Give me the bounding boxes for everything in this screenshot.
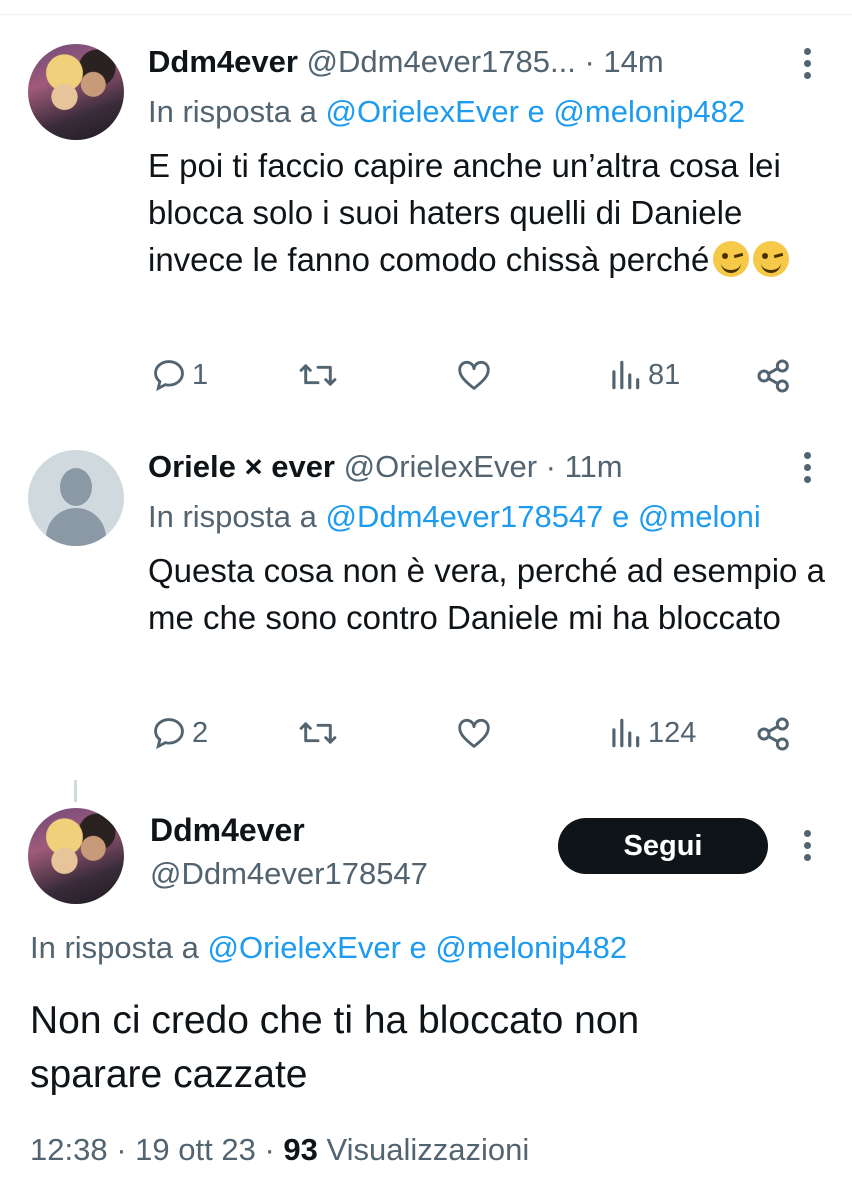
mention-link[interactable]: @melonip482 — [435, 930, 627, 965]
retweet-button[interactable] — [298, 356, 338, 394]
action-bar: 1 81 — [148, 356, 808, 396]
views-count: 81 — [648, 358, 681, 391]
reply-button[interactable]: 2 — [150, 714, 208, 752]
reply-and: e — [409, 930, 427, 965]
reply-button[interactable]: 1 — [150, 356, 208, 394]
tweet-text: Questa cosa non è vera, perché ad esempi… — [148, 552, 825, 636]
retweet-icon — [299, 722, 337, 744]
views-button[interactable]: 124 — [608, 714, 696, 752]
mention-link[interactable]: @melonip482 — [553, 94, 745, 129]
mention-link[interactable]: @Ddm4ever178547 — [326, 499, 604, 534]
tweet-header: Ddm4ever @Ddm4ever1785... · 14m — [148, 44, 664, 80]
like-button[interactable] — [454, 714, 494, 752]
like-icon — [458, 360, 490, 390]
display-name[interactable]: Ddm4ever — [150, 812, 305, 849]
default-avatar-body — [46, 508, 106, 546]
more-icon[interactable] — [804, 830, 812, 866]
display-name[interactable]: Ddm4ever — [148, 44, 298, 79]
more-icon[interactable] — [804, 48, 812, 84]
user-handle[interactable]: @OrielexEver — [344, 449, 537, 484]
tweet-header: Oriele × ever @OrielexEver · 11m — [148, 449, 623, 485]
avatar[interactable] — [28, 450, 124, 546]
share-icon — [757, 359, 789, 393]
tweet-text-block: Questa cosa non è vera, perché ad esempi… — [148, 547, 828, 641]
views-icon — [612, 360, 640, 390]
reply-context: In risposta a @OrielexEver e @melonip482 — [148, 94, 838, 130]
user-handle[interactable]: @Ddm4ever1785... — [307, 44, 576, 79]
tweet-time[interactable]: 12:38 — [30, 1132, 108, 1167]
tweet-meta: 12:38 · 19 ott 23 · 93 Visualizzazioni — [30, 1132, 529, 1168]
default-avatar-head — [60, 468, 92, 506]
reply-context: In risposta a @OrielexEver e @melonip482 — [30, 930, 830, 966]
like-button[interactable] — [454, 356, 494, 394]
reply-count: 2 — [192, 716, 209, 749]
thread-connector — [74, 780, 77, 802]
separator: · — [116, 1132, 127, 1167]
winking-face-emoji — [713, 241, 750, 277]
retweet-icon — [299, 364, 337, 386]
share-icon — [757, 717, 789, 751]
reply-icon — [154, 360, 184, 392]
separator: · — [545, 449, 556, 484]
views-button[interactable]: 81 — [608, 356, 680, 394]
tweet-date[interactable]: 19 ott 23 — [135, 1132, 256, 1167]
avatar[interactable] — [28, 808, 124, 904]
mention-link[interactable]: @OrielexEver — [326, 94, 519, 129]
views-count[interactable]: 93 — [283, 1132, 317, 1167]
share-button[interactable] — [754, 714, 794, 754]
tweet-text: Non ci credo che ti ha bloccato non spar… — [30, 999, 640, 1096]
reply-icon — [154, 718, 184, 750]
reply-context: In risposta a @Ddm4ever178547 e @meloni — [148, 499, 852, 535]
tweet-text-block: E poi ti faccio capire anche un’altra co… — [148, 142, 828, 283]
tweet-text: E poi ti faccio capire anche un’altra co… — [148, 147, 781, 278]
views-icon — [612, 718, 640, 748]
mention-link[interactable]: @OrielexEver — [208, 930, 401, 965]
reply-prefix: In risposta a — [148, 499, 317, 534]
views-label[interactable]: Visualizzazioni — [327, 1132, 530, 1167]
share-button[interactable] — [754, 356, 794, 396]
separator: · — [584, 44, 595, 79]
display-name[interactable]: Oriele × ever — [148, 449, 335, 484]
reply-prefix: In risposta a — [30, 930, 199, 965]
reply-and: e — [612, 499, 630, 534]
avatar[interactable] — [28, 44, 124, 140]
retweet-button[interactable] — [298, 714, 338, 752]
timestamp[interactable]: 11m — [565, 449, 623, 484]
reply-prefix: In risposta a — [148, 94, 317, 129]
action-bar: 2 124 — [148, 714, 808, 754]
reply-count: 1 — [192, 358, 209, 391]
mention-link[interactable]: @meloni — [638, 499, 761, 534]
top-divider — [0, 14, 852, 15]
follow-button[interactable]: Segui — [558, 818, 768, 874]
more-icon[interactable] — [804, 452, 812, 488]
timestamp[interactable]: 14m — [603, 44, 663, 79]
winking-face-emoji — [753, 241, 790, 277]
like-icon — [458, 718, 490, 748]
separator: · — [264, 1132, 275, 1167]
user-handle[interactable]: @Ddm4ever178547 — [150, 856, 428, 892]
views-count: 124 — [648, 716, 697, 749]
reply-and: e — [527, 94, 545, 129]
